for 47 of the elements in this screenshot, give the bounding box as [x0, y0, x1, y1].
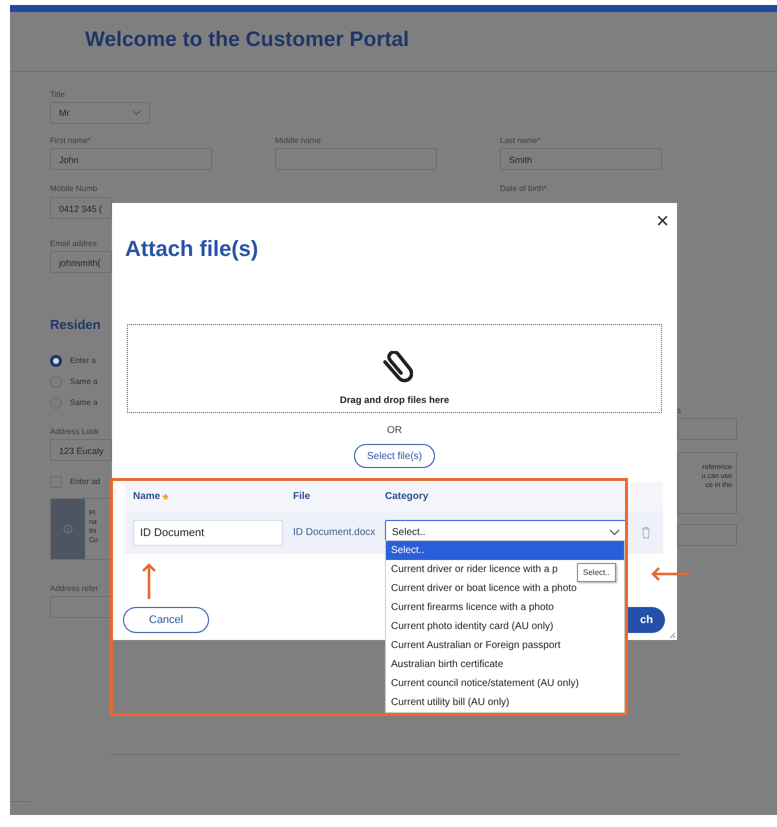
cancel-button[interactable]: Cancel [123, 607, 209, 633]
column-header: Name [133, 491, 293, 502]
text-field[interactable]: John [50, 148, 212, 170]
radio-label: Same a [70, 398, 98, 407]
separator-text: OR [386, 425, 403, 436]
close-button[interactable]: × [656, 211, 669, 231]
drop-zone[interactable]: Drag and drop files here [127, 324, 662, 413]
up-arrow-icon [142, 562, 156, 600]
field-label: Last name* [500, 136, 542, 145]
page-title: Welcome to the Customer Portal [85, 28, 410, 52]
name-field[interactable]: ID Document [133, 520, 283, 546]
file-name: ID Document.docx [293, 527, 376, 538]
info-icon [63, 524, 73, 534]
field-label: s [677, 406, 682, 415]
radio-label: Enter a [70, 356, 96, 365]
field-label: Title [50, 90, 66, 99]
field-label: Mobile Numb [50, 184, 98, 193]
tooltip: Select.. [577, 563, 616, 582]
resize-grip-icon [669, 632, 676, 639]
column-header: File [293, 491, 312, 502]
dropdown-option[interactable]: Select.. [386, 541, 624, 560]
text-field[interactable]: johnsmith( [50, 251, 112, 273]
field-label: First name* [50, 136, 92, 145]
chevron-icon [132, 110, 141, 116]
title-select[interactable]: Mr [50, 102, 150, 124]
radio-label: Same a [70, 377, 98, 386]
text-field[interactable] [50, 596, 112, 618]
trash-icon[interactable] [641, 526, 651, 539]
text-field[interactable]: 123 Eucaly [50, 439, 112, 461]
text-field[interactable]: 0412 345 ( [50, 197, 112, 219]
radio-button[interactable] [50, 354, 62, 366]
dialog-title: Attach file(s) [125, 236, 260, 262]
text-field[interactable]: Smith [500, 148, 662, 170]
chevron-icon [609, 529, 620, 536]
column-header: Category [385, 491, 430, 502]
text-field[interactable] [677, 524, 737, 546]
field-label: Email addres [50, 239, 98, 248]
text-field[interactable] [677, 418, 737, 440]
field-label: Address Look [50, 427, 100, 436]
field-label: Address refer [50, 584, 100, 593]
field-label: Middle name [275, 136, 322, 145]
left-arrow-icon [650, 567, 690, 581]
drop-zone-text: Drag and drop files here [340, 395, 450, 406]
section-heading: Residen [50, 317, 102, 332]
checkbox-label: Enter ad [70, 477, 100, 486]
field-label: Date of birth* [500, 184, 547, 193]
select-files-button[interactable]: Select file(s) [354, 444, 435, 468]
